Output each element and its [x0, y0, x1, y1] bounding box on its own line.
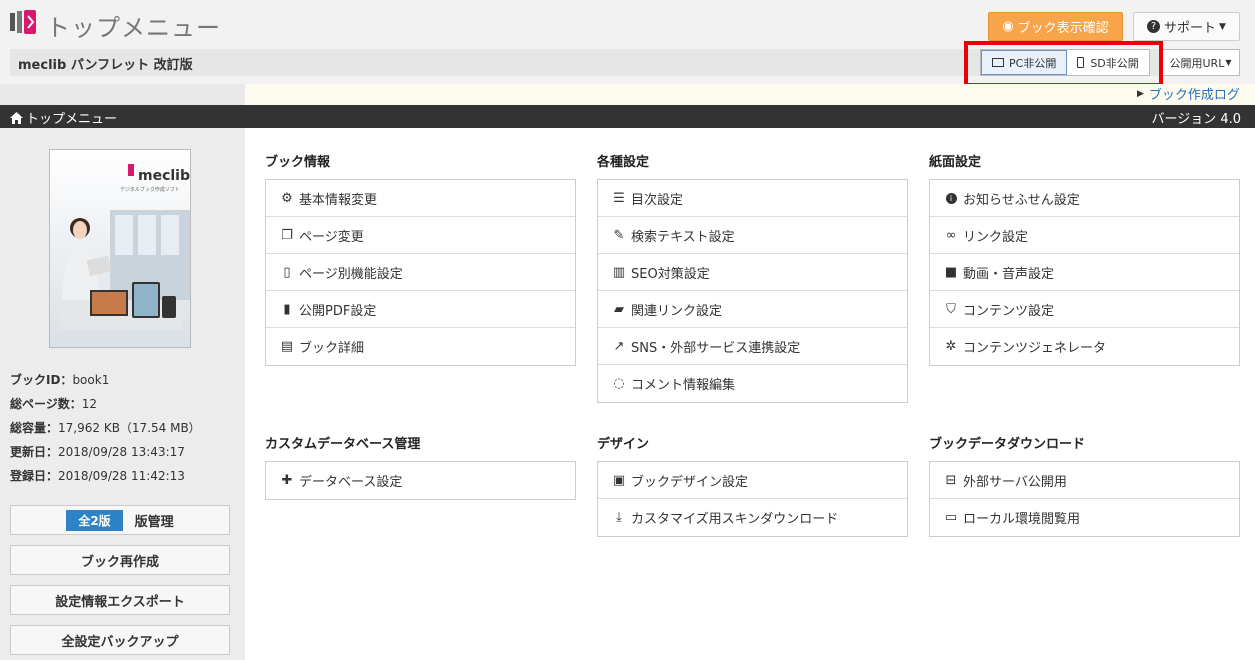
gears-icon: ✲ [945, 339, 957, 354]
caret-down-icon: ▼ [1225, 58, 1232, 67]
question-icon: ? [1147, 20, 1161, 33]
file-icon: ▮ [283, 301, 291, 317]
menu-item-local-view[interactable]: ▭ ローカル環境閲覧用 [930, 499, 1239, 536]
section-title-book-info: ブック情報 [265, 155, 331, 170]
meta-row: 総容量：17,962 KB（17.54 MB） [10, 421, 201, 435]
share-icon: ↗ [613, 338, 625, 354]
menu-item-sticky-note[interactable]: i お知らせふせん設定 [930, 180, 1239, 217]
export-settings-button[interactable]: 設定情報エクスポート [10, 585, 230, 615]
menu-item-page-change[interactable]: ❐ ページ変更 [266, 217, 575, 254]
log-strip [245, 84, 1255, 105]
image-icon: ▣ [612, 472, 626, 488]
info-icon: i [944, 191, 958, 205]
copy-pages-icon: ❐ [281, 227, 293, 243]
book-preview-label: ブック表示確認 [1017, 21, 1109, 36]
sidebar: meclib デジタルブック作成ソフト ブックID：book1 総ページ数：12… [0, 128, 245, 660]
menu-design: ▣ ブックデザイン設定 ⤓ カスタマイズ用スキンダウンロード [597, 461, 908, 537]
book-meta: ブックID：book1 総ページ数：12 総容量：17,962 KB（17.54… [10, 368, 201, 488]
rebuild-book-button[interactable]: ブック再作成 [10, 545, 230, 575]
meta-row: ブックID：book1 [10, 373, 110, 387]
book-name: meclib パンフレット 改訂版 [18, 58, 193, 73]
menu-item-content-generator[interactable]: ✲ コンテンツジェネレータ [930, 328, 1239, 365]
list-icon: ☰ [613, 190, 625, 206]
menu-item-book-detail[interactable]: ▤ ブック詳細 [266, 328, 575, 365]
video-camera-icon: ■ [944, 264, 958, 280]
support-button[interactable]: ? サポート ▼ [1133, 12, 1240, 41]
public-url-button[interactable]: 公開用URL ▼ [1161, 49, 1240, 76]
menu-item-comment[interactable]: ◌ コメント情報編集 [598, 365, 907, 402]
bar-chart-icon: ▥ [612, 264, 626, 280]
section-title-design: デザイン [597, 437, 650, 452]
version-count-badge: 全2版 [66, 509, 123, 531]
menu-item-book-design[interactable]: ▣ ブックデザイン設定 [598, 462, 907, 499]
laptop-icon: ▭ [944, 510, 958, 525]
menu-custom-db: ✚ データベース設定 [265, 461, 576, 500]
menu-item-database[interactable]: ✚ データベース設定 [266, 462, 575, 499]
book-preview-button[interactable]: ◉ ブック表示確認 [988, 12, 1123, 41]
home-icon [10, 111, 23, 124]
caret-right-icon: ▶ [1137, 88, 1144, 99]
section-title-download: ブックデータダウンロード [929, 437, 1086, 452]
creation-log-label: ブック作成ログ [1148, 88, 1240, 103]
menu-item-page-function[interactable]: ▯ ページ別機能設定 [266, 254, 575, 291]
version-label: バージョン 4.0 [1151, 112, 1241, 127]
meta-row: 更新日：2018/09/28 13:43:17 [10, 445, 185, 459]
version-manage-button[interactable]: 全2版 版管理 [10, 505, 230, 535]
menu-item-contents[interactable]: ⛉ コンテンツ設定 [930, 291, 1239, 328]
support-label: サポート [1164, 21, 1217, 36]
cover-tagline: デジタルブック作成ソフト [120, 187, 180, 193]
link-icon: ∞ [945, 227, 957, 243]
section-title-settings: 各種設定 [597, 155, 650, 170]
nav-title: トップメニュー [26, 112, 118, 127]
book-cover-image[interactable]: meclib デジタルブック作成ソフト [49, 149, 191, 348]
page-title: トップメニュー [46, 14, 221, 42]
menu-item-video-audio[interactable]: ■ 動画・音声設定 [930, 254, 1239, 291]
book-creation-log-link[interactable]: ▶ ブック作成ログ [1137, 84, 1240, 103]
menu-book-info: ⚙ 基本情報変更 ❐ ページ変更 ▯ ページ別機能設定 ▮ 公開PDF設定 ▤ ブック詳細 [265, 179, 576, 366]
cover-brand: meclib [138, 168, 191, 184]
meclib-logo-icon [10, 10, 36, 34]
eye-icon: ◉ [1002, 19, 1014, 34]
menu-item-skin-download[interactable]: ⤓ カスタマイズ用スキンダウンロード [598, 499, 907, 536]
menu-item-sns[interactable]: ↗ SNS・外部サービス連携設定 [598, 328, 907, 365]
edit-icon: ✎ [613, 227, 625, 243]
menu-item-toc[interactable]: ☰ 目次設定 [598, 180, 907, 217]
gear-icon: ⚙ [281, 190, 293, 206]
nav-bar: トップメニュー バージョン 4.0 [0, 105, 1255, 128]
public-url-label: 公開用URL [1169, 56, 1225, 70]
html5-icon: ⛉ [946, 301, 956, 317]
puzzle-icon: ✚ [281, 473, 293, 488]
menu-item-public-pdf[interactable]: ▮ 公開PDF設定 [266, 291, 575, 328]
download-icon: ⤓ [616, 510, 622, 525]
caret-down-icon: ▼ [1219, 21, 1226, 32]
menu-settings: ☰ 目次設定 ✎ 検索テキスト設定 ▥ SEO対策設定 ▰ 関連リンク設定 ↗ SNS・外… [597, 179, 908, 403]
file-text-icon: ▤ [280, 339, 294, 354]
file-outline-icon: ▯ [283, 264, 291, 280]
version-manage-label: 版管理 [134, 514, 174, 530]
left-strip [0, 84, 245, 105]
menu-page-settings: i お知らせふせん設定 ∞ リンク設定 ■ 動画・音声設定 ⛉ コンテンツ設定 ✲ コンテ… [929, 179, 1240, 366]
breadcrumb[interactable]: トップメニュー [10, 108, 117, 127]
server-icon: ⊟ [945, 472, 957, 488]
menu-item-seo[interactable]: ▥ SEO対策設定 [598, 254, 907, 291]
menu-item-basic-info[interactable]: ⚙ 基本情報変更 [266, 180, 575, 217]
menu-item-external-server[interactable]: ⊟ 外部サーバ公開用 [930, 462, 1239, 499]
meta-row: 総ページ数：12 [10, 397, 98, 411]
book-icon: ▰ [614, 301, 624, 317]
comment-icon: ◌ [613, 376, 625, 391]
highlight-box [964, 41, 1163, 87]
section-title-page-settings: 紙面設定 [929, 155, 982, 170]
section-title-custom-db: カスタムデータベース管理 [265, 437, 421, 452]
menu-item-search-text[interactable]: ✎ 検索テキスト設定 [598, 217, 907, 254]
backup-settings-button[interactable]: 全設定バックアップ [10, 625, 230, 655]
menu-item-related-link[interactable]: ▰ 関連リンク設定 [598, 291, 907, 328]
meta-row: 登録日：2018/09/28 11:42:13 [10, 469, 185, 483]
menu-download: ⊟ 外部サーバ公開用 ▭ ローカル環境閲覧用 [929, 461, 1240, 537]
menu-item-link[interactable]: ∞ リンク設定 [930, 217, 1239, 254]
